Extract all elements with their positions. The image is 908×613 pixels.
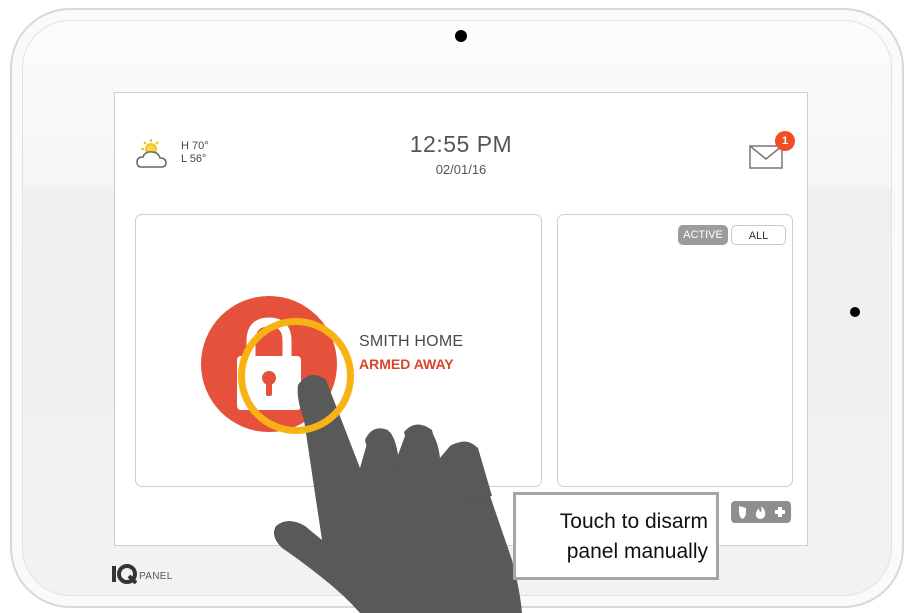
clock-time: 12:55 PM xyxy=(409,131,513,157)
padlock-icon xyxy=(237,317,301,410)
iq-panel-logo: PANEL xyxy=(111,563,191,587)
filter-all-button[interactable]: ALL xyxy=(731,225,786,245)
clock-date: 02/01/16 xyxy=(435,162,487,177)
iq-logo-icon xyxy=(112,564,138,585)
camera-dot xyxy=(455,30,467,42)
filter-active-button[interactable]: ACTIVE xyxy=(678,225,728,245)
notification-badge: 1 xyxy=(775,131,795,151)
arming-panel: SMITH HOME ARMED AWAY xyxy=(135,214,542,487)
clock: 12:55 PM 02/01/16 xyxy=(115,131,807,177)
flame-icon xyxy=(755,506,766,519)
brand-text: PANEL xyxy=(139,571,173,582)
sensor-dot xyxy=(850,307,860,317)
touch-screen: H 70° L 56° 12:55 PM 02/01/16 1 SMITH HO… xyxy=(114,92,808,546)
arm-status: ARMED AWAY xyxy=(359,356,454,372)
sensor-list-panel: ACTIVE ALL xyxy=(557,214,793,487)
messages-button[interactable]: 1 xyxy=(749,131,795,171)
medical-cross-icon xyxy=(775,507,785,517)
system-name: SMITH HOME xyxy=(359,333,464,350)
shield-icon xyxy=(739,506,746,519)
status-icons-tray[interactable] xyxy=(731,501,791,523)
disarm-lock-button[interactable] xyxy=(201,296,337,432)
